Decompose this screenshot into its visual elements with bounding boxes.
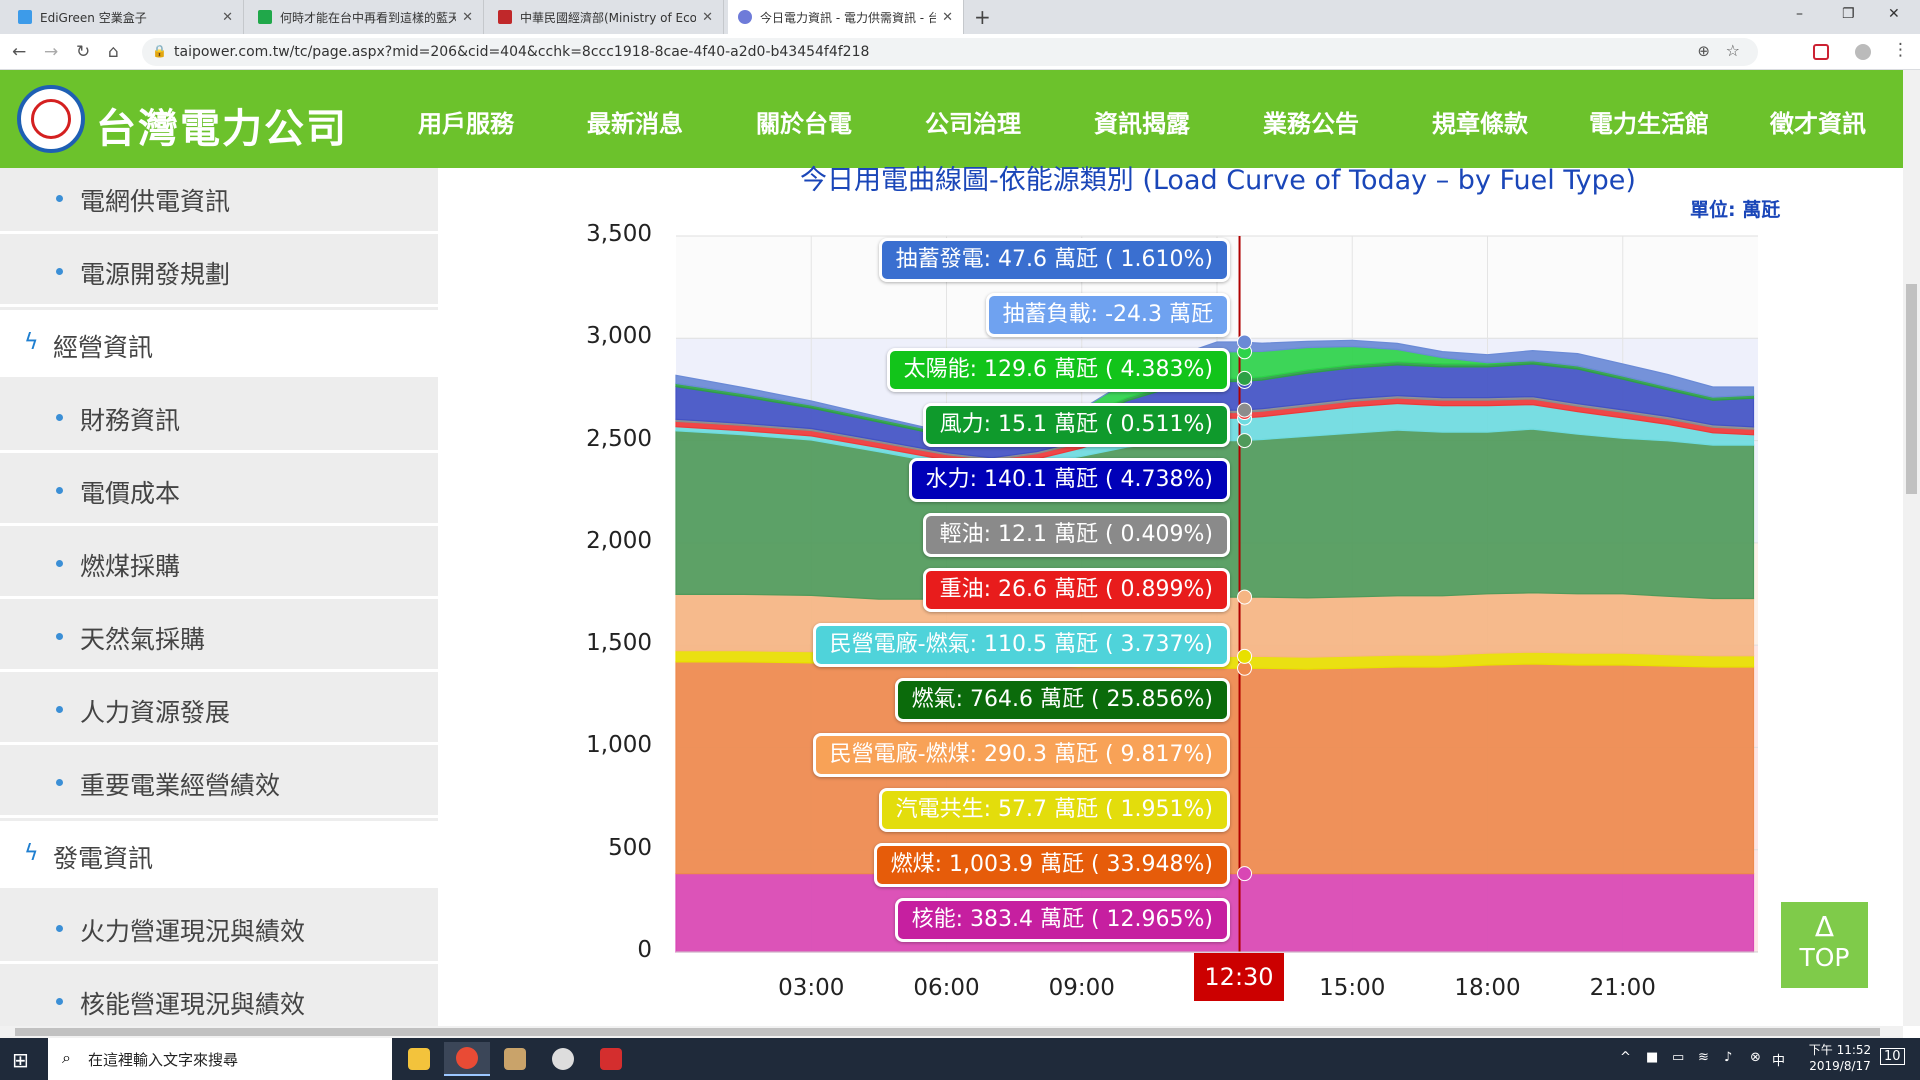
x-tick-label: 06:00: [913, 975, 980, 1001]
cursor-marker: [1237, 370, 1253, 386]
cursor-marker: [1237, 648, 1253, 664]
x-tick-label: 15:00: [1319, 975, 1386, 1001]
cursor-time-label: 12:30: [1194, 953, 1284, 1001]
y-tick-label: 1,500: [586, 630, 652, 657]
tooltip-entry: 燃煤: 1,003.9 萬瓩 ( 33.948%): [873, 843, 1230, 887]
top-label: TOP: [1799, 943, 1850, 972]
cursor-marker: [1237, 589, 1253, 605]
y-tick-label: 1,000: [586, 732, 652, 759]
windows-start-icon[interactable]: ⊞: [12, 1048, 29, 1072]
cursor-marker: [1237, 334, 1253, 350]
app-icon[interactable]: [492, 1042, 538, 1076]
x-tick-label: 21:00: [1589, 975, 1656, 1001]
app-icon[interactable]: [588, 1042, 634, 1076]
tooltip-entry: 重油: 26.6 萬瓩 ( 0.899%): [922, 568, 1230, 612]
tooltip-entry: 風力: 15.1 萬瓩 ( 0.511%): [922, 403, 1230, 447]
vertical-scrollbar[interactable]: [1903, 70, 1920, 1026]
notification-icon[interactable]: 10: [1880, 1048, 1905, 1065]
y-tick-label: 3,500: [586, 221, 652, 247]
x-tick-label: 18:00: [1454, 975, 1521, 1001]
back-to-top-button[interactable]: Δ TOP: [1781, 902, 1868, 988]
search-placeholder: 在這裡輸入文字來搜尋: [88, 1051, 239, 1069]
tooltip-entry: 抽蓄發電: 47.6 萬瓩 ( 1.610%): [878, 238, 1230, 282]
y-tick-label: 3,000: [586, 323, 652, 350]
taskbar: ⊞ ⌕ 在這裡輸入文字來搜尋 ^ ■ ▭ ≋ ♪ ⊗ 中 下午 11:52 20…: [0, 1038, 1920, 1080]
wifi-icon[interactable]: ≋: [1698, 1050, 1709, 1065]
cursor-marker: [1237, 402, 1253, 418]
tooltip-entry: 核能: 383.4 萬瓩 ( 12.965%): [894, 898, 1230, 942]
clock-date: 2019/8/17: [1809, 1059, 1871, 1073]
battery-icon[interactable]: ▭: [1672, 1050, 1684, 1065]
horizontal-scrollbar[interactable]: [0, 1026, 1903, 1038]
tray-status-icon[interactable]: ⊗: [1750, 1050, 1761, 1065]
unit-label: 單位: 萬瓩: [1690, 199, 1781, 221]
y-tick-label: 0: [637, 937, 652, 963]
tooltip-entry: 民營電廠-燃氣: 110.5 萬瓩 ( 3.737%): [812, 623, 1230, 667]
tooltip-entry: 水力: 140.1 萬瓩 ( 4.738%): [908, 458, 1230, 502]
y-tick-label: 2,500: [586, 425, 652, 452]
screen: EdiGreen 空業盒子 ✕ 何時才能在台中再看到這樣的藍天 ✕ 中華民國經濟…: [0, 0, 1920, 1080]
chrome-icon[interactable]: [444, 1042, 490, 1076]
tooltip-entry: 輕油: 12.1 萬瓩 ( 0.409%): [922, 513, 1230, 557]
scrollbar-thumb[interactable]: [15, 1028, 1880, 1036]
app-icon[interactable]: [540, 1042, 586, 1076]
chart-title: 今日用電曲線圖-依能源類別 (Load Curve of Today – by …: [800, 165, 1636, 196]
search-icon: ⌕: [62, 1048, 71, 1067]
x-tick-label: 03:00: [778, 975, 845, 1001]
taskbar-clock[interactable]: 下午 11:52 2019/8/17: [1792, 1042, 1888, 1074]
tooltip-entry: 太陽能: 129.6 萬瓩 ( 4.383%): [886, 348, 1230, 392]
x-tick-label: 09:00: [1048, 975, 1115, 1001]
tooltip-entry: 燃氣: 764.6 萬瓩 ( 25.856%): [894, 678, 1230, 722]
cursor-marker: [1237, 866, 1253, 882]
ime-icon[interactable]: 中: [1772, 1050, 1785, 1069]
tooltip-entry: 民營電廠-燃煤: 290.3 萬瓩 ( 9.817%): [812, 733, 1230, 777]
cursor-marker: [1237, 433, 1253, 449]
scrollbar-thumb[interactable]: [1906, 284, 1917, 494]
tooltip-entry: 抽蓄負載: -24.3 萬瓩: [985, 293, 1230, 337]
y-tick-label: 500: [608, 834, 652, 861]
y-tick-label: 2,000: [586, 527, 652, 554]
tooltip-entry: 汽電共生: 57.7 萬瓩 ( 1.951%): [878, 788, 1230, 832]
up-arrow-icon: Δ: [1814, 910, 1835, 943]
clock-time: 下午 11:52: [1808, 1043, 1872, 1057]
tray-chevron-icon[interactable]: ^: [1620, 1050, 1631, 1065]
file-explorer-icon[interactable]: [396, 1042, 442, 1076]
volume-icon[interactable]: ♪: [1724, 1050, 1732, 1065]
tray-app-icon[interactable]: ■: [1646, 1050, 1658, 1065]
taskbar-search-box[interactable]: ⌕ 在這裡輸入文字來搜尋: [48, 1038, 392, 1080]
